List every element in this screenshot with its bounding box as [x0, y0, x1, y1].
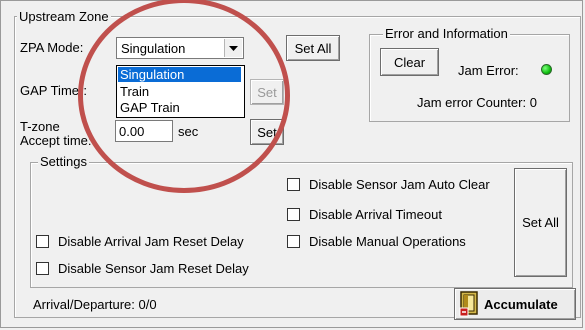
jam-error-led [541, 64, 552, 75]
zpa-mode-dropdown-list: Singulation Train GAP Train [116, 65, 245, 118]
checkbox-sensor-jam-auto-clear[interactable] [287, 178, 300, 191]
chevron-down-icon[interactable] [224, 39, 242, 57]
label-arrival-jam-reset-delay: Disable Arrival Jam Reset Delay [58, 234, 244, 249]
label-arrival-timeout: Disable Arrival Timeout [309, 207, 442, 222]
checkbox-arrival-timeout[interactable] [287, 208, 300, 221]
label-manual-operations: Disable Manual Operations [309, 234, 466, 249]
settings-title: Settings [38, 154, 89, 169]
zpa-option-gap-train[interactable]: GAP Train [118, 100, 241, 115]
zpa-option-singulation[interactable]: Singulation [118, 67, 241, 82]
checkbox-sensor-jam-reset-delay[interactable] [36, 262, 49, 275]
arrival-departure-status: Arrival/Departure: 0/0 [33, 297, 157, 312]
tzone-unit: sec [178, 124, 199, 139]
tzone-accept-time-input[interactable]: 0.00 [115, 120, 173, 142]
zpa-mode-label: ZPA Mode: [20, 40, 84, 55]
tzone-set-button[interactable]: Set [250, 119, 284, 145]
accumulate-button[interactable]: Accumulate [454, 288, 576, 320]
accumulate-label: Accumulate [484, 296, 558, 312]
zpa-mode-select[interactable]: Singulation [116, 37, 244, 59]
upstream-zone-title: Upstream Zone [17, 9, 111, 24]
tzone-label-line2: Accept time: [20, 133, 92, 148]
clear-button[interactable]: Clear [380, 48, 439, 76]
tzone-label-line1: T-zone [20, 119, 60, 134]
jam-error-counter: Jam error Counter: 0 [417, 95, 537, 110]
settings-set-all-button[interactable]: Set All [514, 168, 567, 277]
label-sensor-jam-reset-delay: Disable Sensor Jam Reset Delay [58, 261, 249, 276]
jam-error-label: Jam Error: [458, 63, 519, 78]
tzone-value: 0.00 [119, 124, 145, 139]
label-sensor-jam-auto-clear: Disable Sensor Jam Auto Clear [309, 177, 490, 192]
gap-set-button[interactable]: Set [250, 79, 284, 105]
checkbox-manual-operations[interactable] [287, 235, 300, 248]
zpa-set-all-button[interactable]: Set All [286, 35, 340, 61]
error-info-title: Error and Information [383, 26, 510, 41]
zpa-mode-value: Singulation [121, 41, 186, 56]
gap-timer-label: GAP Timer: [20, 83, 87, 98]
accumulate-icon [458, 291, 480, 317]
checkbox-arrival-jam-reset-delay[interactable] [36, 235, 49, 248]
zpa-option-train[interactable]: Train [118, 84, 241, 99]
